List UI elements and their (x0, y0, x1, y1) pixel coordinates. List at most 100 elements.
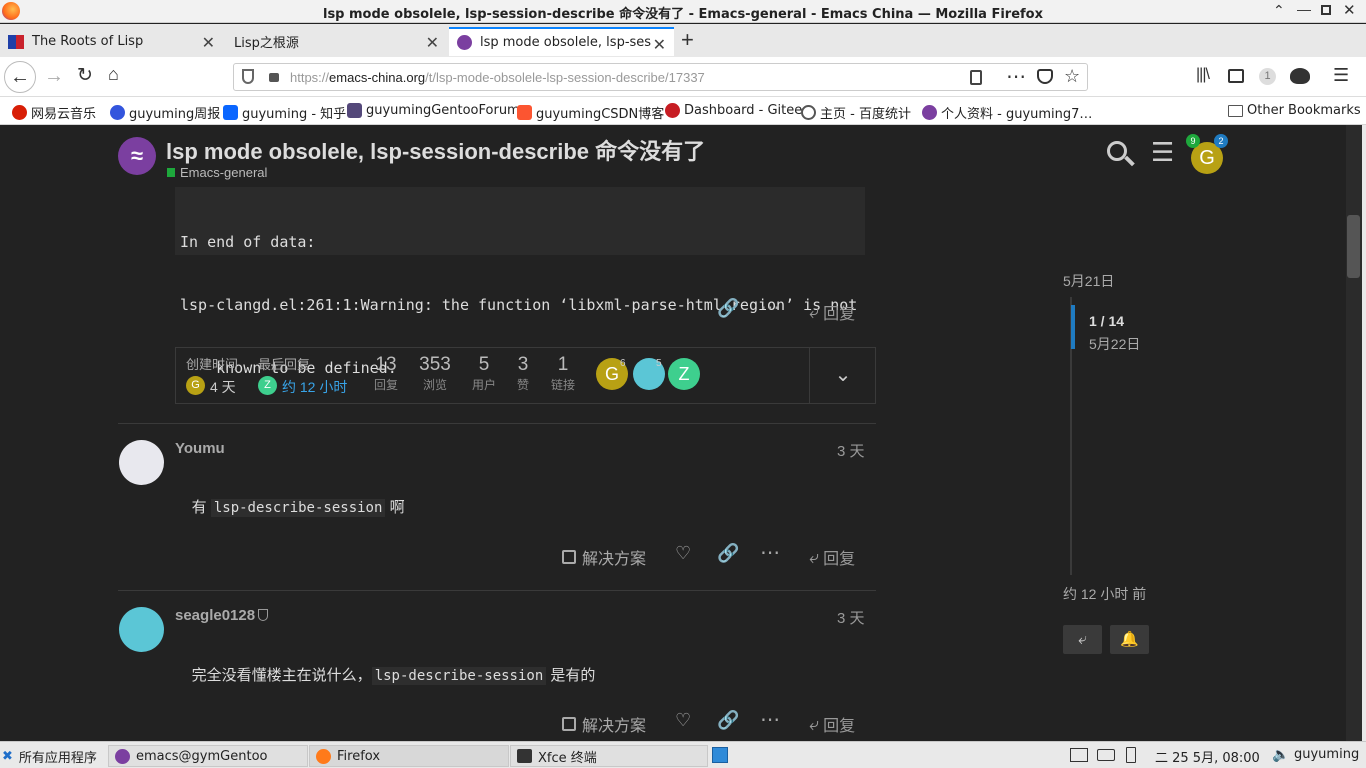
bookmark-baidu-tongji[interactable]: 主页 - 百度统计 (801, 103, 911, 122)
like-heart-icon[interactable]: ♡ (675, 710, 691, 731)
reply-button[interactable]: ⤶ 回复 (809, 300, 855, 324)
mail-icon[interactable] (1070, 748, 1088, 762)
page-scrollbar[interactable] (1346, 125, 1362, 741)
page-content: ≈ lsp mode obsolele, lsp-session-describ… (0, 125, 1366, 741)
folder-icon (1228, 104, 1243, 117)
stat-replies: 13 回复 (373, 354, 398, 392)
bookmark-csdn-blog[interactable]: guyumingCSDN博客 (517, 103, 664, 122)
share-link-icon[interactable]: 🔗 (717, 543, 739, 564)
scrollbar-thumb[interactable] (1347, 215, 1360, 278)
post-author-avatar[interactable] (119, 607, 164, 652)
timeline-start-date[interactable]: 5月21日 (1063, 271, 1114, 291)
window-close-icon[interactable]: ✕ (1343, 1, 1356, 19)
timeline-handle[interactable] (1071, 305, 1075, 349)
solution-button[interactable]: 解决方案 (562, 545, 646, 569)
bookmark-netease-music[interactable]: 网易云音乐 (12, 103, 96, 122)
notification-badge-green[interactable]: 9 (1186, 134, 1200, 148)
site-logo-icon[interactable]: ≈ (118, 137, 156, 175)
url-text[interactable]: https://emacs-china.org/t/lsp-mode-obsol… (290, 70, 705, 85)
timeline-end-label[interactable]: 约 12 小时 前 (1063, 584, 1146, 604)
timeline-reply-button[interactable]: ⤶ (1063, 625, 1102, 654)
solution-button[interactable]: 解决方案 (562, 712, 646, 736)
taskbar-window-emacs[interactable]: emacs@gymGentoo (108, 745, 308, 767)
reply-button[interactable]: ⤶ 回复 (809, 545, 855, 569)
url-bar[interactable]: https://emacs-china.org/t/lsp-mode-obsol… (233, 63, 1088, 91)
participant-post-count: 6 (620, 358, 626, 369)
lock-icon[interactable] (269, 73, 279, 82)
window-title: lsp mode obsolele, lsp-session-describe … (322, 7, 1043, 22)
post-author-avatar[interactable] (119, 440, 164, 485)
last-reply-avatar[interactable]: Z (258, 376, 277, 395)
bookmark-guyuming-weekly[interactable]: guyuming周报 (110, 103, 220, 122)
post-author-name[interactable]: Youmu (175, 440, 225, 457)
apps-menu-button[interactable]: ✖ 所有应用程序 (0, 745, 97, 767)
window-minimize-icon[interactable]: — (1297, 1, 1311, 17)
clock[interactable]: 二 25 5月, 08:00 (1155, 747, 1260, 766)
bookmark-star-icon[interactable]: ☆ (1064, 66, 1080, 87)
topic-title[interactable]: lsp mode obsolele, lsp-session-describe … (166, 134, 705, 166)
category-label[interactable]: Emacs-general (180, 165, 267, 180)
tab-close-icon[interactable]: ✕ (650, 35, 666, 54)
tab-lisp-roots[interactable]: Lisp之根源 ✕ (224, 27, 447, 56)
taskbar-window-terminal[interactable]: Xfce 终端 (510, 745, 708, 767)
bookmark-other-bookmarks[interactable]: Other Bookmarks (1228, 103, 1361, 118)
created-avatar[interactable]: G (186, 376, 205, 395)
new-tab-plus-icon[interactable]: + (681, 27, 694, 53)
reader-view-icon[interactable] (970, 70, 982, 85)
code-line: In end of data: (180, 233, 316, 251)
participant-avatar[interactable]: Z (668, 358, 700, 390)
bookmark-gitee-dashboard[interactable]: Dashboard - Gitee (665, 103, 802, 118)
code-line: lsp-clangd.el:261:1:Warning: the functio… (180, 296, 858, 314)
topic-map-expand-button[interactable]: ⌄ (809, 348, 876, 403)
keyboard-icon[interactable] (1097, 749, 1115, 761)
moderator-shield-icon (258, 609, 268, 621)
volume-icon[interactable]: 🔈 (1272, 746, 1289, 763)
pocket-icon[interactable] (1037, 69, 1053, 84)
inline-code: lsp-describe-session (210, 499, 386, 517)
tab-label: Lisp之根源 (234, 36, 299, 51)
sidebar-icon[interactable] (1228, 69, 1244, 83)
home-icon[interactable]: ⌂ (108, 64, 119, 85)
notification-badge-blue[interactable]: 2 (1214, 134, 1228, 148)
post-author-name[interactable]: seagle0128 (175, 607, 255, 624)
hamburger-menu-icon[interactable]: ☰ (1333, 65, 1349, 86)
window-restore-icon[interactable] (1321, 5, 1331, 15)
hamburger-menu-icon[interactable]: ☰ (1151, 137, 1174, 168)
username[interactable]: guyuming (1294, 747, 1359, 762)
created-value[interactable]: 4 天 (210, 377, 236, 397)
privacy-mask-icon[interactable] (1290, 68, 1310, 84)
taskbar-window-firefox[interactable]: Firefox (309, 745, 509, 767)
library-icon[interactable]: |||\ (1196, 66, 1210, 84)
like-heart-icon[interactable]: ♡ (675, 543, 691, 564)
back-button-icon[interactable]: ← (4, 61, 36, 93)
tab-lsp-mode-obsolele[interactable]: lsp mode obsolele, lsp-sess ✕ (449, 27, 674, 56)
bookmark-gentoo-forums[interactable]: guyumingGentooForums (347, 103, 527, 118)
share-link-icon[interactable]: 🔗 (717, 710, 739, 731)
post-time[interactable]: 3 天 (837, 440, 865, 461)
more-actions-icon[interactable]: ⋯ (760, 295, 780, 320)
show-desktop-icon[interactable] (712, 747, 728, 763)
more-actions-icon[interactable]: ⋯ (760, 707, 780, 732)
reply-button[interactable]: ⤶ 回复 (809, 712, 855, 736)
code-block: In end of data: lsp-clangd.el:261:1:Warn… (175, 187, 865, 377)
bookmark-profile[interactable]: 个人资料 - guyuming7… (922, 103, 1092, 122)
reload-icon[interactable]: ↻ (77, 64, 93, 87)
timeline-current-date: 5月22日 (1089, 336, 1141, 352)
battery-icon[interactable] (1126, 747, 1136, 763)
tab-close-icon[interactable]: ✕ (426, 33, 439, 52)
post-time[interactable]: 3 天 (837, 607, 865, 628)
roots-of-lisp-favicon-icon (8, 34, 24, 49)
emacs-china-favicon-icon (457, 35, 472, 50)
tab-close-icon[interactable]: ✕ (202, 33, 215, 52)
last-reply-value[interactable]: 约 12 小时 (282, 377, 347, 397)
extension-badge-icon[interactable]: 1 (1259, 68, 1276, 85)
window-maximize-up-icon[interactable]: ⌃ (1273, 2, 1285, 19)
page-actions-icon[interactable]: ⋯ (1006, 64, 1026, 89)
notification-bell-button[interactable]: 🔔 (1110, 625, 1149, 654)
tab-roots-of-lisp[interactable]: The Roots of Lisp ✕ (0, 27, 223, 56)
tracking-shield-icon[interactable] (242, 69, 254, 84)
forward-button-icon[interactable]: → (44, 65, 64, 88)
more-actions-icon[interactable]: ⋯ (760, 540, 780, 565)
share-link-icon[interactable]: 🔗 (717, 298, 739, 319)
bookmark-zhihu[interactable]: guyuming - 知乎 (223, 103, 346, 122)
